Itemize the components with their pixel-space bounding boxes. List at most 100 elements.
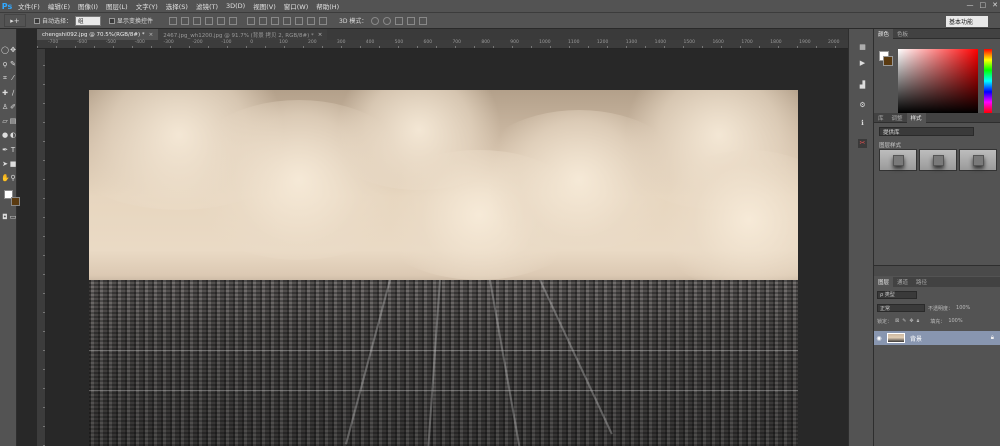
screen-mode-icon[interactable]: ▭ <box>9 213 17 221</box>
distribute-vcenter-icon[interactable] <box>259 16 268 25</box>
checkbox-box[interactable] <box>109 17 116 24</box>
maximize-button[interactable]: □ <box>980 1 987 9</box>
crop-tool-icon[interactable]: ⌗ <box>1 74 9 82</box>
menu-image[interactable]: 图像(I) <box>74 1 102 11</box>
info-icon[interactable]: ℹ <box>858 119 867 128</box>
distribute-bottom-icon[interactable] <box>271 16 280 25</box>
actions-icon[interactable]: ▶ <box>858 59 867 68</box>
library-dropdown[interactable]: 提供库 <box>879 127 974 136</box>
lasso-tool-icon[interactable]: ϙ <box>1 60 9 68</box>
minimize-button[interactable]: — <box>967 1 974 9</box>
menu-help[interactable]: 帮助(H) <box>312 1 343 11</box>
align-left-icon[interactable] <box>205 16 214 25</box>
eyedropper-tool-icon[interactable]: ⁄ <box>9 74 17 82</box>
distribute-top-icon[interactable] <box>247 16 256 25</box>
gradient-tool-icon[interactable]: ▤ <box>9 117 17 125</box>
ruler-tick-label: 1300 <box>625 40 638 45</box>
move-tool-preset[interactable]: ▸+ <box>4 14 26 27</box>
close-icon[interactable]: × <box>149 32 154 38</box>
tab-2467[interactable]: 2467.jpg_wh1200.jpg @ 91.7% (背景 拷贝 2, RG… <box>158 29 328 40</box>
fill-value[interactable]: 100% <box>948 318 962 324</box>
eraser-tool-icon[interactable]: ▱ <box>1 117 9 125</box>
blend-mode-dropdown[interactable]: 正常 <box>877 304 925 312</box>
brush-tool-icon[interactable]: ∕ <box>9 89 17 97</box>
auto-align-icon[interactable] <box>319 16 328 25</box>
menu-view[interactable]: 视图(V) <box>249 1 280 11</box>
menu-window[interactable]: 窗口(W) <box>280 1 313 11</box>
menu-file[interactable]: 文件(F) <box>14 1 44 11</box>
shape-tool-icon[interactable]: ■ <box>9 160 17 168</box>
align-hcenter-icon[interactable] <box>217 16 226 25</box>
workspace-dropdown[interactable]: 基本功能 <box>946 16 988 27</box>
lock-position-icon[interactable]: ✥ <box>909 318 913 324</box>
histogram-icon[interactable]: ▟ <box>858 81 867 90</box>
background-color-swatch[interactable] <box>11 197 20 206</box>
tab-adjustments[interactable]: 调整 <box>888 114 907 122</box>
align-bottom-icon[interactable] <box>193 16 202 25</box>
close-icon[interactable]: × <box>318 32 323 38</box>
distribute-left-icon[interactable] <box>283 16 292 25</box>
hue-slider[interactable] <box>984 49 992 113</box>
style-swatch[interactable] <box>919 149 957 171</box>
tab-chengshi[interactable]: chengshi092.jpg @ 70.5%(RGB/8#) * × <box>37 29 159 40</box>
align-top-icon[interactable] <box>169 16 178 25</box>
clone-stamp-tool-icon[interactable]: ♙ <box>1 103 9 111</box>
close-button[interactable]: ✕ <box>992 1 998 9</box>
ruler-vertical[interactable] <box>37 49 46 446</box>
lock-transparent-icon[interactable]: ⊠ <box>895 318 899 324</box>
3d-slide-icon[interactable] <box>407 16 416 25</box>
opacity-value[interactable]: 100% <box>956 305 970 311</box>
align-right-icon[interactable] <box>229 16 238 25</box>
tab-channels[interactable]: 通道 <box>893 278 912 286</box>
menu-type[interactable]: 文字(Y) <box>132 1 162 11</box>
lock-pixels-icon[interactable]: ✎ <box>902 318 906 324</box>
quick-select-tool-icon[interactable]: ✎ <box>9 60 17 68</box>
options-bar: ▸+ 自动选择： 组 显示变换控件 3D 模式： 基本功能 <box>0 12 1000 29</box>
zoom-tool-icon[interactable]: ⚲ <box>9 174 17 182</box>
menu-edit[interactable]: 编辑(E) <box>44 1 74 11</box>
distribute-hcenter-icon[interactable] <box>295 16 304 25</box>
hand-tool-icon[interactable]: ✋ <box>1 174 10 182</box>
marquee-tool-icon[interactable]: ◯ <box>1 46 9 54</box>
3d-scale-icon[interactable] <box>419 16 428 25</box>
style-swatch[interactable] <box>879 149 917 171</box>
3d-drag-icon[interactable] <box>395 16 404 25</box>
color-panel <box>874 37 1000 113</box>
path-select-tool-icon[interactable]: ➤ <box>1 160 9 168</box>
show-transform-checkbox[interactable]: 显示变换控件 <box>109 16 153 25</box>
style-swatch[interactable] <box>959 149 997 171</box>
dodge-tool-icon[interactable]: ◐ <box>9 131 17 139</box>
color-picker-field[interactable] <box>898 49 978 113</box>
properties-icon[interactable]: ⚙ <box>858 101 867 110</box>
distribute-right-icon[interactable] <box>307 16 316 25</box>
lock-all-icon[interactable]: 🔒︎ <box>917 318 920 324</box>
tab-paths[interactable]: 路径 <box>912 278 931 286</box>
healing-brush-tool-icon[interactable]: ✚ <box>1 89 9 97</box>
background-color-mini[interactable] <box>883 56 893 66</box>
layer-background[interactable]: ◉ 背景 🔒︎ <box>874 331 1000 345</box>
menu-select[interactable]: 选择(S) <box>162 1 192 11</box>
3d-roll-icon[interactable] <box>383 16 392 25</box>
type-tool-icon[interactable]: T <box>9 146 17 154</box>
auto-select-dropdown[interactable]: 组 <box>75 15 102 26</box>
visibility-eye-icon[interactable]: ◉ <box>874 335 884 342</box>
pen-tool-icon[interactable]: ✒ <box>1 146 9 154</box>
layer-filter-kind[interactable]: ρ 类型 <box>877 290 917 299</box>
history-icon[interactable]: ▦ <box>858 43 867 52</box>
3d-rotate-icon[interactable] <box>371 16 380 25</box>
auto-select-checkbox[interactable]: 自动选择： <box>34 16 72 25</box>
history-brush-tool-icon[interactable]: ✐ <box>9 103 17 111</box>
menu-filter[interactable]: 滤镜(T) <box>192 1 222 11</box>
document-image[interactable] <box>89 90 798 446</box>
checkbox-box[interactable] <box>34 17 40 24</box>
quick-mask-icon[interactable]: ◘ <box>1 213 9 221</box>
tab-styles[interactable]: 样式 <box>906 112 926 123</box>
tab-layers[interactable]: 图层 <box>874 277 894 287</box>
tool-presets-icon[interactable]: ✂ <box>858 139 867 148</box>
tab-libraries[interactable]: 库 <box>874 114 888 122</box>
blur-tool-icon[interactable]: ● <box>1 131 9 139</box>
menu-layer[interactable]: 图层(L) <box>102 1 132 11</box>
move-tool-icon[interactable]: ✥ <box>9 46 17 54</box>
menu-3d[interactable]: 3D(D) <box>222 2 249 10</box>
align-vcenter-icon[interactable] <box>181 16 190 25</box>
